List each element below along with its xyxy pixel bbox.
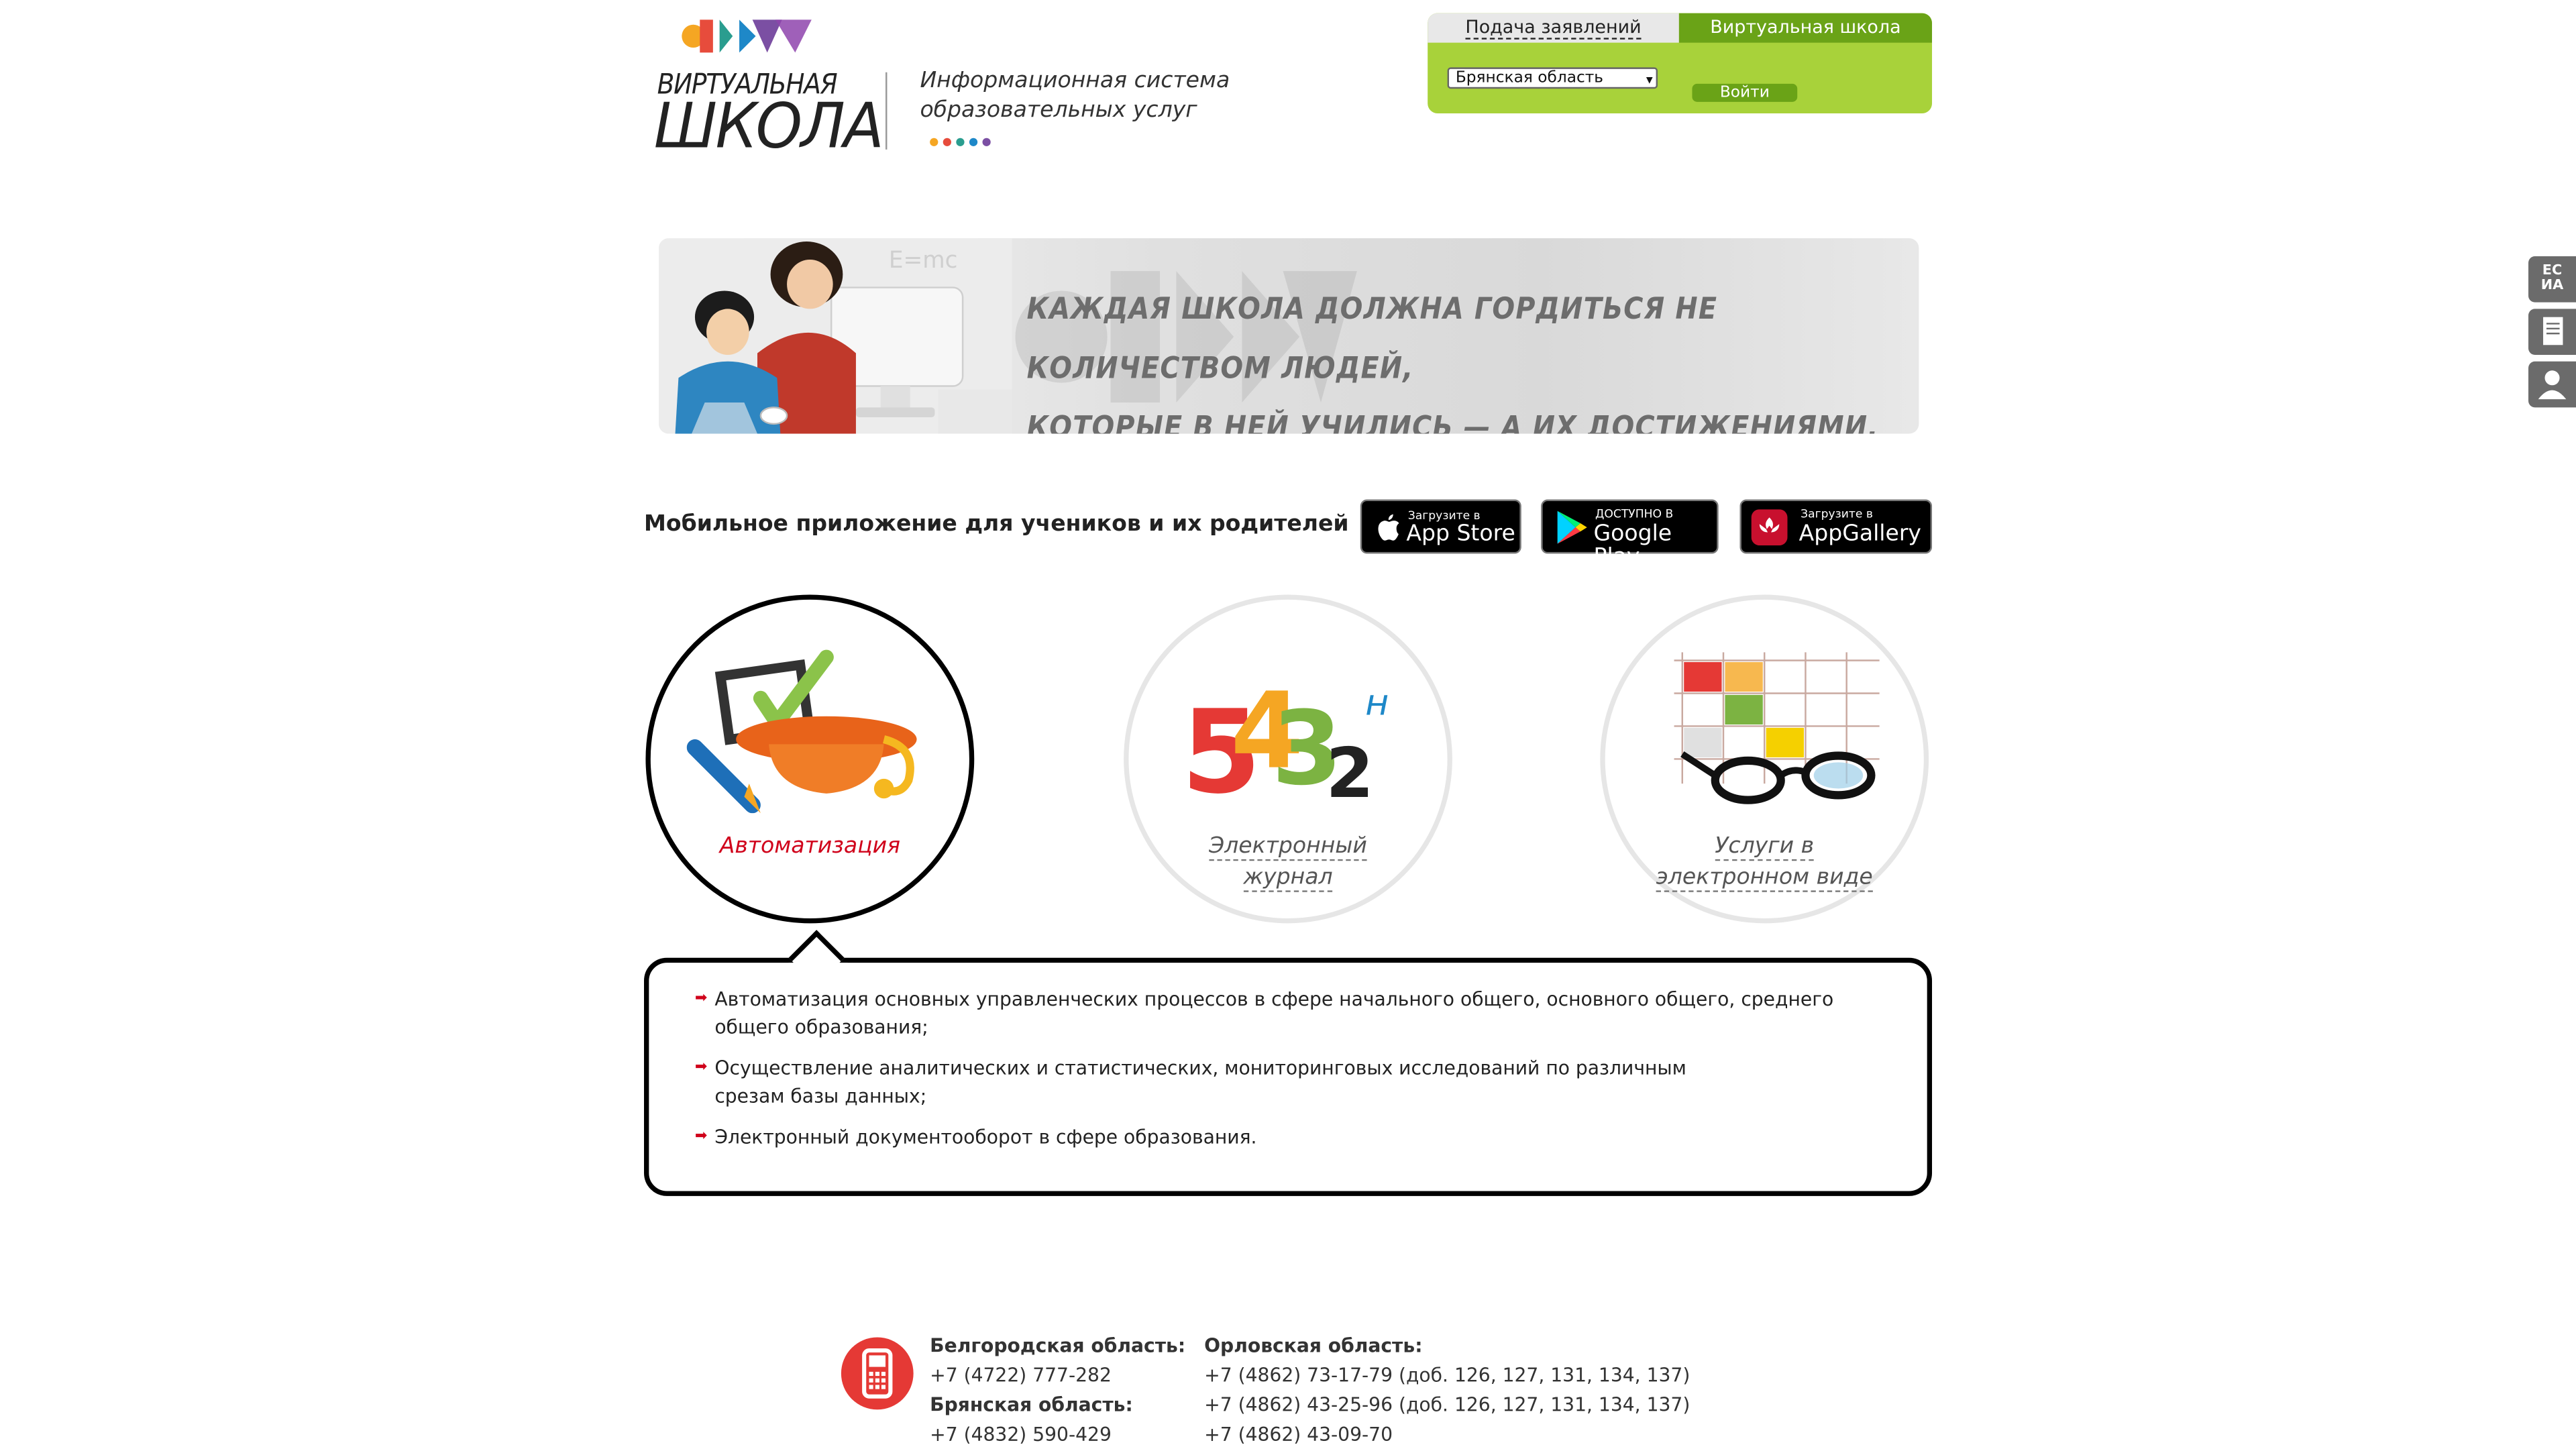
chevron-down-icon: ▾ bbox=[1646, 72, 1653, 87]
list-item-line2: срезам базы данных; bbox=[714, 1084, 927, 1108]
contact-phone[interactable]: +7 (4832) 590-429 bbox=[930, 1423, 1112, 1446]
login-panel: Подача заявлений Виртуальная школа Брянс… bbox=[1428, 13, 1933, 113]
region-select-value: Брянская область bbox=[1455, 68, 1604, 87]
feature-automation[interactable]: Автоматизация bbox=[645, 594, 975, 924]
google-play-big-text: Google Play bbox=[1593, 521, 1672, 570]
contact-phone[interactable]: +7 (4862) 43-09-70 bbox=[1204, 1423, 1393, 1446]
tagline: Информационная система образовательных у… bbox=[920, 66, 1230, 125]
contact-phone[interactable]: +7 (4862) 43-25-96 (доб. 126, 127, 131, … bbox=[1204, 1393, 1690, 1416]
arrow-bullet-icon: ➡ bbox=[694, 990, 708, 1008]
app-gallery-big-text: AppGallery bbox=[1799, 521, 1922, 547]
google-play-button[interactable]: ДОСТУПНО В Google Play bbox=[1541, 499, 1719, 568]
list-item: ➡ Электронный документооборот в сфере об… bbox=[695, 1124, 1845, 1152]
contact-region: Белгородская область: bbox=[930, 1334, 1186, 1357]
banner-quote: КАЖДАЯ ШКОЛА ДОЛЖНА ГОРДИТЬСЯ НЕ КОЛИЧЕС… bbox=[1027, 281, 1919, 434]
feature-journal-label-line2: журнал bbox=[1243, 864, 1333, 892]
document-icon bbox=[2543, 317, 2563, 345]
contact-phone[interactable]: +7 (4862) 73-17-79 (доб. 126, 127, 131, … bbox=[1204, 1364, 1690, 1387]
feature-description-box: ➡ Автоматизация основных управленческих … bbox=[644, 957, 1933, 1196]
apple-icon bbox=[1378, 514, 1399, 541]
region-select[interactable]: Брянская область ▾ bbox=[1447, 67, 1658, 89]
tagline-line1: Информационная система bbox=[920, 67, 1230, 94]
login-button[interactable]: Войти bbox=[1692, 83, 1798, 102]
tagline-line2: образовательных услуг bbox=[920, 97, 1197, 123]
banner-children-illustration: E=mc bbox=[659, 238, 1012, 434]
feature-journal-label: Электронный журнал bbox=[1128, 831, 1447, 894]
arrow-bullet-icon: ➡ bbox=[694, 1128, 708, 1145]
document-side-button[interactable] bbox=[2528, 309, 2576, 355]
feature-e-services[interactable]: Услуги в электронном виде bbox=[1600, 594, 1929, 924]
list-item-line2: общего образования; bbox=[714, 1015, 928, 1038]
app-gallery-button[interactable]: Загрузите в AppGallery bbox=[1739, 499, 1933, 554]
contact-region: Орловская область: bbox=[1204, 1334, 1423, 1357]
list-item: ➡ Автоматизация основных управленческих … bbox=[695, 985, 1845, 1041]
logo-text-line2: ШКОЛА bbox=[653, 92, 884, 163]
contacts-column-2: Орловская область: +7 (4862) 73-17-79 (д… bbox=[1204, 1331, 1690, 1449]
svg-text:E=mc: E=mc bbox=[889, 247, 958, 274]
app-store-big-text: App Store bbox=[1406, 521, 1515, 547]
feature-description-list: ➡ Автоматизация основных управленческих … bbox=[695, 985, 1845, 1165]
header-divider bbox=[885, 72, 888, 150]
tab-virtual-school[interactable]: Виртуальная школа bbox=[1678, 13, 1933, 43]
app-gallery-small-text: Загрузите в bbox=[1801, 507, 1874, 521]
graduation-cap-icon bbox=[686, 649, 917, 814]
feature-electronic-journal[interactable]: 5 4 3 2 н Электронный журнал bbox=[1124, 594, 1452, 924]
feature-services-label-line2: электронном виде bbox=[1656, 864, 1873, 892]
app-store-button[interactable]: Загрузите в App Store bbox=[1360, 499, 1521, 554]
list-item-line1: Автоматизация основных управленческих пр… bbox=[714, 987, 1834, 1011]
esia-label: ЕС ИА bbox=[2540, 262, 2564, 294]
user-side-button[interactable] bbox=[2528, 361, 2576, 408]
contact-region: Брянская область: bbox=[930, 1393, 1133, 1417]
banner-quote-line1: КАЖДАЯ ШКОЛА ДОЛЖНА ГОРДИТЬСЯ НЕ КОЛИЧЕС… bbox=[1026, 292, 1718, 386]
list-item: ➡ Осуществление аналитических и статисти… bbox=[695, 1055, 1845, 1110]
list-item-line1: Электронный документооборот в сфере обра… bbox=[714, 1125, 1257, 1148]
user-icon bbox=[2538, 370, 2567, 400]
mobile-app-title: Мобильное приложение для учеников и их р… bbox=[644, 511, 1349, 537]
contacts-column-1: Белгородская область: +7 (4722) 777-282 … bbox=[930, 1331, 1185, 1449]
tab-applications[interactable]: Подача заявлений bbox=[1428, 13, 1679, 43]
grades-numbers-icon: 5 4 3 2 н bbox=[1181, 670, 1389, 808]
tagline-dots bbox=[930, 138, 991, 146]
feature-services-label-line1: Услуги в bbox=[1715, 833, 1815, 861]
banner-quote-line2: КОТОРЫЕ В НЕЙ УЧИЛИСЬ — А ИХ ДОСТИЖЕНИЯМ… bbox=[1026, 411, 1879, 434]
svg-text:н: н bbox=[1365, 681, 1389, 723]
phone-icon bbox=[841, 1337, 914, 1410]
banner: E=mc КАЖДАЯ ШКОЛА ДОЛЖНА ГОРДИТЬСЯ НЕ КО… bbox=[659, 238, 1919, 434]
page: ВИРТУАЛЬНАЯ ШКОЛА Информационная система… bbox=[0, 0, 2576, 1449]
feature-automation-label: Автоматизация bbox=[719, 833, 900, 859]
feature-services-label: Услуги в электронном виде bbox=[1605, 831, 1924, 894]
google-play-small-text: ДОСТУПНО В bbox=[1595, 507, 1674, 521]
logo[interactable]: ВИРТУАЛЬНАЯ ШКОЛА bbox=[654, 10, 884, 166]
feature-journal-label-line1: Электронный bbox=[1209, 833, 1367, 861]
huawei-appgallery-icon bbox=[1751, 509, 1788, 546]
schedule-glasses-icon bbox=[1674, 652, 1880, 804]
esia-button[interactable]: ЕС ИА bbox=[2528, 256, 2576, 303]
arrow-bullet-icon: ➡ bbox=[694, 1059, 708, 1077]
contact-phone[interactable]: +7 (4722) 777-282 bbox=[930, 1364, 1112, 1387]
svg-text:2: 2 bbox=[1326, 734, 1374, 808]
google-play-icon bbox=[1557, 511, 1587, 544]
logo-shapes-icon bbox=[682, 19, 812, 53]
list-item-line1: Осуществление аналитических и статистиче… bbox=[714, 1056, 1686, 1079]
